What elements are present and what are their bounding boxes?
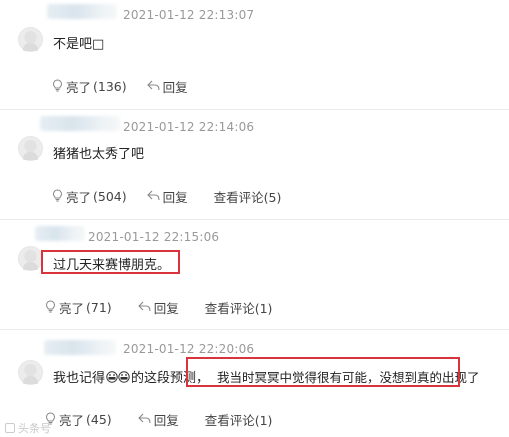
username-blurred — [35, 226, 85, 241]
reply-label: 回复 — [153, 301, 179, 316]
comment-actions: 亮了 (45) 回复 查看评论(1) — [45, 410, 272, 429]
view-replies-link[interactable]: 查看评论(5) — [214, 187, 282, 206]
comment-item: 2021-01-12 22:13:07 不是吧□ 亮了 (136) 回复 — [0, 0, 509, 110]
avatar[interactable] — [18, 360, 43, 385]
reply-button[interactable]: 回复 — [146, 187, 188, 206]
lightbulb-icon — [45, 299, 59, 316]
comment-text: 猪猪也太秀了吧 — [53, 147, 145, 162]
like-count: (71) — [86, 300, 112, 315]
reply-arrow-icon — [146, 79, 163, 94]
watermark-logo-icon — [5, 423, 15, 433]
view-replies-link[interactable]: 查看评论(1) — [205, 298, 273, 317]
comment-timestamp: 2021-01-12 22:13:07 — [123, 8, 255, 22]
reply-label: 回复 — [162, 80, 188, 95]
username-blurred — [44, 340, 116, 355]
username-blurred — [47, 4, 117, 19]
reply-label: 回复 — [162, 190, 188, 205]
lightbulb-icon — [52, 188, 66, 205]
comment-text: 不是吧□ — [53, 37, 105, 52]
like-label: 亮了 — [66, 190, 92, 205]
like-button[interactable]: 亮了 (136) — [52, 77, 127, 96]
like-button[interactable]: 亮了 (504) — [52, 187, 127, 206]
comment-text-highlighted: 我当时冥冥中觉得很有可能，没想到真的出现了 — [217, 370, 480, 385]
like-count: (45) — [86, 412, 112, 427]
comment-text-part: 的这段预测， — [131, 371, 210, 386]
reply-arrow-icon — [137, 412, 154, 427]
username-blurred — [40, 116, 120, 131]
comment-actions: 亮了 (504) 回复 查看评论(5) — [52, 187, 281, 206]
comment-text: 过几天来赛博朋克。 — [53, 258, 171, 273]
comment-text-part: 我也记得 — [53, 371, 106, 386]
comment-timestamp: 2021-01-12 22:14:06 — [123, 120, 255, 134]
comment-timestamp: 2021-01-12 22:20:06 — [123, 342, 255, 356]
lightbulb-icon — [52, 78, 66, 95]
reply-arrow-icon — [146, 189, 163, 204]
comment-item: 2021-01-12 22:15:06 过几天来赛博朋克。 亮了 (71) 回复… — [0, 220, 509, 330]
like-label: 亮了 — [59, 301, 85, 316]
like-count: (504) — [93, 189, 127, 204]
comment-actions: 亮了 (136) 回复 — [52, 77, 188, 96]
reply-button[interactable]: 回复 — [137, 298, 179, 317]
like-count: (136) — [93, 79, 127, 94]
watermark: 头条号 — [5, 420, 51, 436]
watermark-text: 头条号 — [18, 422, 51, 435]
avatar[interactable] — [18, 27, 43, 52]
like-button[interactable]: 亮了 (71) — [45, 298, 112, 317]
comment-actions: 亮了 (71) 回复 查看评论(1) — [45, 298, 272, 317]
avatar[interactable] — [18, 246, 43, 271]
comment-timestamp: 2021-01-12 22:15:06 — [88, 230, 220, 244]
like-button[interactable]: 亮了 (45) — [45, 410, 112, 429]
reply-button[interactable]: 回复 — [146, 77, 188, 96]
comment-item: 2021-01-12 22:14:06 猪猪也太秀了吧 亮了 (504) 回复 … — [0, 110, 509, 220]
reply-arrow-icon — [137, 300, 154, 315]
grimace-emoji-icon — [106, 370, 130, 383]
reply-label: 回复 — [153, 413, 179, 428]
comment-item: 2021-01-12 22:20:06 我也记得 的这段预测， 我当时冥冥中觉得… — [0, 330, 509, 437]
avatar[interactable] — [18, 136, 43, 161]
comment-text: 我也记得 的这段预测， 我当时冥冥中觉得很有可能，没想到真的出现了 — [53, 367, 480, 386]
like-label: 亮了 — [59, 413, 85, 428]
reply-button[interactable]: 回复 — [137, 410, 179, 429]
view-replies-link[interactable]: 查看评论(1) — [205, 410, 273, 429]
like-label: 亮了 — [66, 80, 92, 95]
